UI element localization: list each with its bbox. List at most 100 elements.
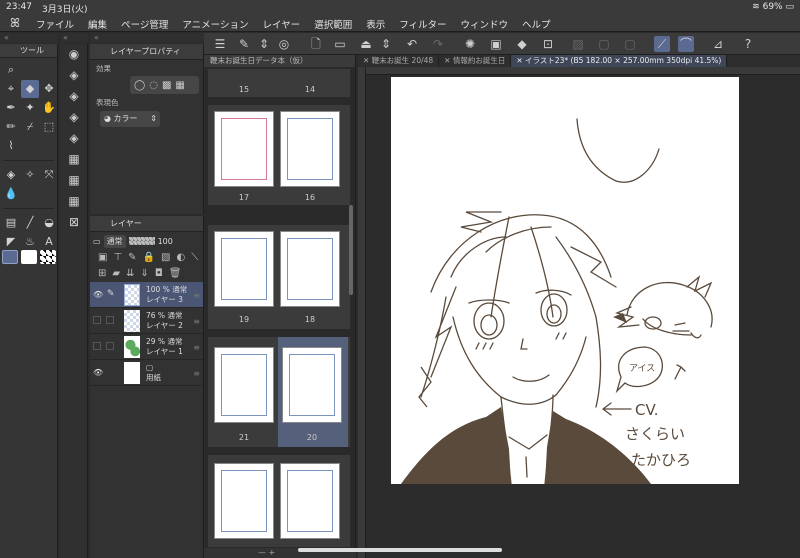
edit-checkbox[interactable] — [106, 342, 114, 350]
visibility-checkbox[interactable] — [93, 316, 101, 324]
tone-effect-icon[interactable]: ◌ — [149, 80, 158, 91]
blend-mode-select[interactable]: 通常 — [103, 234, 126, 248]
close-tab-icon[interactable]: ✕ — [516, 56, 525, 65]
edit-icon[interactable]: ✎ — [236, 36, 252, 52]
navigator-icon[interactable]: ◉ — [60, 44, 88, 65]
target-icon[interactable]: ◎ — [276, 36, 292, 52]
page-tab[interactable]: 鞭末お誕生日データ本（仮） — [204, 55, 355, 67]
menu-item[interactable]: ウィンドウ — [461, 17, 509, 31]
menu-item[interactable]: ヘルプ — [522, 17, 551, 31]
new-raster-layer-icon[interactable]: ⊞ — [98, 268, 106, 280]
pencil-icon[interactable]: ✏ — [2, 118, 20, 136]
page-scrollbar[interactable] — [349, 205, 353, 295]
reference-icon[interactable]: ⊤ — [113, 252, 122, 264]
layer-row[interactable]: 76 % 通常 レイヤー 2 ≡ — [90, 308, 203, 334]
collapse-icon[interactable]: « — [63, 33, 68, 42]
page-thumbnail[interactable] — [214, 231, 274, 307]
lock-icon[interactable]: 🔒 — [143, 252, 155, 264]
menu-item[interactable]: レイヤー — [262, 17, 300, 31]
sparkle-icon[interactable]: ✧ — [21, 166, 39, 184]
layer-row[interactable]: 👁 ✎ 100 % 通常 レイヤー 3 ≡ — [90, 282, 203, 308]
layer-icon[interactable]: ▦ — [60, 170, 88, 191]
mask-enable-icon[interactable]: ◐ — [176, 252, 185, 264]
redo-icon[interactable]: ↷ — [430, 36, 446, 52]
menu-item[interactable]: ページ管理 — [121, 17, 168, 31]
balloon-icon[interactable]: ♨ — [21, 233, 39, 251]
page-thumbnail[interactable] — [214, 347, 274, 423]
home-indicator[interactable] — [298, 548, 502, 552]
open-folder-icon[interactable]: ▭ — [332, 36, 348, 52]
edit-checkbox[interactable] — [106, 316, 114, 324]
merge-down-icon[interactable]: ⇓ — [140, 268, 148, 280]
brush-icon[interactable]: ⌇ — [2, 137, 20, 155]
fill-bucket-icon[interactable]: ◈ — [2, 166, 20, 184]
eraser-icon[interactable]: ◈ — [60, 107, 88, 128]
magic-wand-icon[interactable]: ✦ — [21, 99, 39, 117]
close-tab-icon[interactable]: ✕ — [444, 56, 453, 65]
new-file-icon[interactable]: 🗋 — [308, 36, 324, 52]
save-icon[interactable]: ⏏ — [358, 36, 374, 52]
main-color-swatch[interactable] — [2, 250, 18, 264]
page-spread[interactable]: 19 18 — [208, 225, 350, 329]
new-folder-icon[interactable]: ▰ — [112, 268, 120, 280]
zoom-icon[interactable]: ⌕ — [2, 61, 20, 79]
opacity-slider[interactable] — [128, 237, 155, 245]
opacity-value[interactable]: 100 — [158, 237, 173, 246]
expression-color-select[interactable]: ◕ カラー ⇕ — [100, 111, 160, 127]
draft-icon[interactable]: ✎ — [128, 252, 136, 264]
document-tab[interactable]: ✕ 鞭末お誕生 20/48 — [358, 55, 440, 67]
frame-icon[interactable]: ◤ — [2, 233, 20, 251]
transparent-swatch[interactable] — [40, 250, 56, 264]
app-logo-icon[interactable]: ꕤ — [10, 16, 28, 30]
drag-handle-icon[interactable]: ≡ — [193, 291, 200, 300]
drag-handle-icon[interactable]: ≡ — [193, 369, 200, 378]
checker-effect-icon[interactable]: ▩ — [162, 80, 171, 91]
pen-icon[interactable]: ✒ — [2, 99, 20, 117]
document-tab[interactable]: ✕ イラスト23* (B5 182.00 × 257.00mm 350dpi 4… — [511, 55, 728, 67]
deselect-icon[interactable]: ✺ — [462, 36, 478, 52]
layer-move-icon[interactable]: ◆ — [21, 80, 39, 98]
close-tab-icon[interactable]: ✕ — [363, 56, 372, 65]
undo-icon[interactable]: ↶ — [404, 36, 420, 52]
snap-icon[interactable]: ⟋ — [654, 36, 670, 52]
layer-icon[interactable]: ▦ — [60, 149, 88, 170]
mask-layer-icon[interactable]: ◘ — [155, 268, 163, 280]
fill-icon[interactable]: ◆ — [514, 36, 530, 52]
collapse-icon[interactable]: « — [4, 33, 9, 42]
brush-icon[interactable]: ⌒ — [678, 36, 694, 52]
page-thumbnail[interactable] — [282, 347, 342, 423]
page-thumbnail[interactable] — [280, 463, 340, 539]
clip-icon[interactable]: ▣ — [98, 252, 107, 264]
page-spread[interactable] — [208, 455, 350, 547]
document-tab[interactable]: ✕ 情報約お誕生日 — [439, 55, 512, 67]
mask-icon[interactable]: ▢ — [622, 36, 638, 52]
drag-handle-icon[interactable]: ≡ — [193, 317, 200, 326]
line-icon[interactable]: ╱ — [21, 214, 39, 232]
fill-layer-icon[interactable]: ◈ — [60, 86, 88, 107]
water-drop-icon[interactable]: 💧 — [2, 185, 20, 203]
layer-row[interactable]: 29 % 通常 レイヤー 1 ≡ — [90, 334, 203, 360]
ruler-show-icon[interactable]: ⟍ — [191, 252, 198, 264]
figure-icon[interactable]: ◒ — [40, 214, 58, 232]
clear-icon[interactable]: ▣ — [488, 36, 504, 52]
delete-layer-icon[interactable]: 🗑 — [169, 268, 182, 280]
spinner-icon[interactable]: ⇕ — [378, 36, 394, 52]
page-thumbnail[interactable] — [280, 111, 340, 187]
visibility-checkbox[interactable] — [93, 342, 101, 350]
menu-item[interactable]: 編集 — [88, 17, 107, 31]
border-effect-icon[interactable]: ◯ — [134, 80, 145, 91]
transform-icon[interactable]: ⊡ — [540, 36, 556, 52]
move-icon[interactable]: ✥ — [40, 80, 58, 98]
page-thumbnail[interactable] — [280, 231, 340, 307]
selection-icon[interactable]: ⬚ — [40, 118, 58, 136]
text-icon[interactable]: A — [40, 233, 58, 251]
crop-icon[interactable]: ▢ — [596, 36, 612, 52]
eyedropper-icon[interactable]: ⌿ — [21, 118, 39, 136]
ruler-icon[interactable]: ⊿ — [710, 36, 726, 52]
eye-icon[interactable]: 👁 — [93, 368, 103, 377]
drag-handle-icon[interactable]: ≡ — [193, 343, 200, 352]
page-spread[interactable]: 17 16 — [208, 105, 350, 205]
blend-icon[interactable]: ⤧ — [40, 166, 58, 184]
collapse-icon[interactable]: « — [94, 33, 99, 42]
page-thumbnail[interactable] — [214, 111, 274, 187]
